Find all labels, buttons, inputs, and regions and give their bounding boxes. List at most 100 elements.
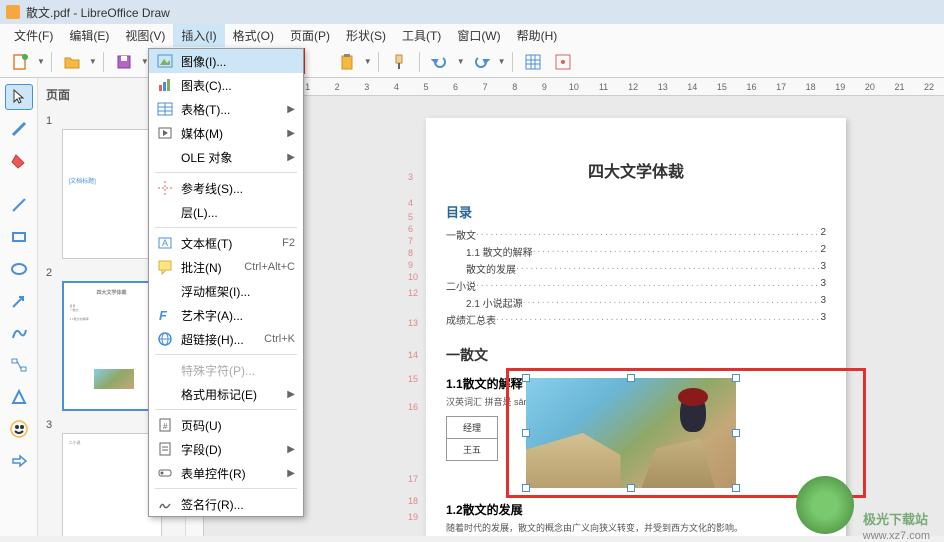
inserted-image[interactable]	[526, 378, 736, 488]
page-thumbnail-1[interactable]: [文档标题]	[62, 129, 162, 259]
svg-text:F: F	[159, 308, 168, 323]
curve-tool[interactable]	[5, 320, 33, 346]
left-toolbox	[0, 78, 38, 536]
ole-icon	[155, 147, 175, 167]
toc-heading: 目录	[446, 202, 826, 221]
paste-button[interactable]	[333, 49, 361, 75]
menu-item-layer[interactable]: 层(L)...	[149, 200, 303, 224]
window-title: 散文.pdf - LibreOffice Draw	[26, 4, 170, 21]
menu-item-guides[interactable]: 参考线(S)...	[149, 176, 303, 200]
connector-tool[interactable]	[5, 352, 33, 378]
menu-tools[interactable]: 工具(T)	[394, 24, 449, 47]
redo-button[interactable]	[467, 49, 495, 75]
svg-text:A: A	[162, 238, 168, 248]
menu-item-formatting-mark[interactable]: 格式用标记(E)▶	[149, 382, 303, 406]
menu-page[interactable]: 页面(P)	[282, 24, 338, 47]
menu-item-fontwork[interactable]: F 艺术字(A)...	[149, 303, 303, 327]
chevron-down-icon[interactable]: ▼	[457, 57, 465, 66]
svg-text:#: #	[163, 422, 168, 431]
menubar: 文件(F) 编辑(E) 视图(V) 插入(I) 格式(O) 页面(P) 形状(S…	[0, 24, 944, 46]
resize-handle[interactable]	[627, 484, 635, 492]
link-icon	[155, 329, 175, 349]
resize-handle[interactable]	[732, 374, 740, 382]
symbol-shapes-tool[interactable]	[5, 416, 33, 442]
page-thumbnail-3[interactable]: 二小说	[62, 433, 162, 536]
menu-item-pagenum[interactable]: # 页码(U)	[149, 413, 303, 437]
menu-item-table[interactable]: 表格(T)...▶	[149, 97, 303, 121]
menu-format[interactable]: 格式(O)	[225, 24, 282, 47]
resize-handle[interactable]	[522, 484, 530, 492]
format-paintbrush-button[interactable]	[385, 49, 413, 75]
pagenum-icon: #	[155, 415, 175, 435]
textbox-icon: A	[155, 233, 175, 253]
titlebar: 散文.pdf - LibreOffice Draw	[0, 0, 944, 24]
menu-insert[interactable]: 插入(I)	[173, 24, 224, 47]
menu-item-field[interactable]: 字段(D)▶	[149, 437, 303, 461]
watermark-badge	[796, 476, 854, 534]
horizontal-ruler: 21·12345678910111213141516171819202122	[204, 78, 944, 96]
line-color-tool[interactable]	[5, 116, 33, 142]
chart-icon	[155, 75, 175, 95]
resize-handle[interactable]	[732, 429, 740, 437]
menu-item-chart[interactable]: 图表(C)...	[149, 73, 303, 97]
basic-shapes-tool[interactable]	[5, 384, 33, 410]
media-icon	[155, 123, 175, 143]
menu-item-ole[interactable]: OLE 对象▶	[149, 145, 303, 169]
menu-shape[interactable]: 形状(S)	[338, 24, 394, 47]
sign-icon	[155, 494, 175, 514]
snap-button[interactable]	[549, 49, 577, 75]
page-thumbnail-2[interactable]: 四大文学体裁 目录一散文1.1散文的解释	[62, 281, 162, 411]
fontwork-icon: F	[155, 305, 175, 325]
mini-table: 经理 王五	[446, 416, 498, 461]
comment-icon	[155, 257, 175, 277]
save-button[interactable]	[110, 49, 138, 75]
insert-dropdown-menu: 图像(I)... 图表(C)... 表格(T)...▶ 媒体(M)▶ OLE 对…	[148, 48, 304, 517]
watermark-url: www.xz7.com	[863, 530, 930, 542]
image-icon	[155, 51, 175, 71]
resize-handle[interactable]	[522, 374, 530, 382]
page-canvas[interactable]: 3 4 5 6 7 8 9 10 12 13 14 15 16 17 18 19…	[426, 118, 846, 536]
chevron-down-icon[interactable]: ▼	[364, 57, 372, 66]
select-tool[interactable]	[5, 84, 33, 110]
arrow-tool[interactable]	[5, 288, 33, 314]
block-arrow-tool[interactable]	[5, 448, 33, 474]
menu-item-signature[interactable]: 签名行(R)...	[149, 492, 303, 516]
section-heading-1: 一散文	[446, 345, 826, 365]
menu-item-frame[interactable]: 浮动框架(I)...	[149, 279, 303, 303]
ellipse-tool[interactable]	[5, 256, 33, 282]
field-icon	[155, 439, 175, 459]
chevron-down-icon[interactable]: ▼	[89, 57, 97, 66]
body-text: 随着时代的发展，散文的概念由广义向狭义转变，并受到西方文化的影响。	[446, 522, 826, 536]
resize-handle[interactable]	[522, 429, 530, 437]
line-tool[interactable]	[5, 192, 33, 218]
new-button[interactable]	[6, 49, 34, 75]
menu-item-comment[interactable]: 批注(N) Ctrl+Alt+C	[149, 255, 303, 279]
menu-view[interactable]: 视图(V)	[117, 24, 173, 47]
guide-icon	[155, 178, 175, 198]
app-icon	[6, 5, 20, 19]
section-heading-2b: 1.2散文的发展	[446, 501, 826, 518]
resize-handle[interactable]	[732, 484, 740, 492]
table-icon	[155, 99, 175, 119]
menu-edit[interactable]: 编辑(E)	[61, 24, 117, 47]
menu-item-image[interactable]: 图像(I)...	[149, 49, 303, 73]
menu-item-media[interactable]: 媒体(M)▶	[149, 121, 303, 145]
menu-help[interactable]: 帮助(H)	[509, 24, 566, 47]
document-title: 四大文学体裁	[446, 158, 826, 182]
image-content	[526, 378, 736, 488]
watermark-text: 极光下载站	[863, 509, 928, 528]
resize-handle[interactable]	[627, 374, 635, 382]
chevron-down-icon[interactable]: ▼	[37, 57, 45, 66]
rect-tool[interactable]	[5, 224, 33, 250]
chevron-down-icon[interactable]: ▼	[498, 57, 506, 66]
menu-item-form-controls[interactable]: 表单控件(R)▶	[149, 461, 303, 485]
undo-button[interactable]	[426, 49, 454, 75]
menu-window[interactable]: 窗口(W)	[449, 24, 508, 47]
grid-button[interactable]	[519, 49, 547, 75]
menu-item-textbox[interactable]: A 文本框(T) F2	[149, 231, 303, 255]
menu-file[interactable]: 文件(F)	[6, 24, 61, 47]
menu-item-hyperlink[interactable]: 超链接(H)... Ctrl+K	[149, 327, 303, 351]
form-icon	[155, 463, 175, 483]
fill-color-tool[interactable]	[5, 148, 33, 174]
open-button[interactable]	[58, 49, 86, 75]
